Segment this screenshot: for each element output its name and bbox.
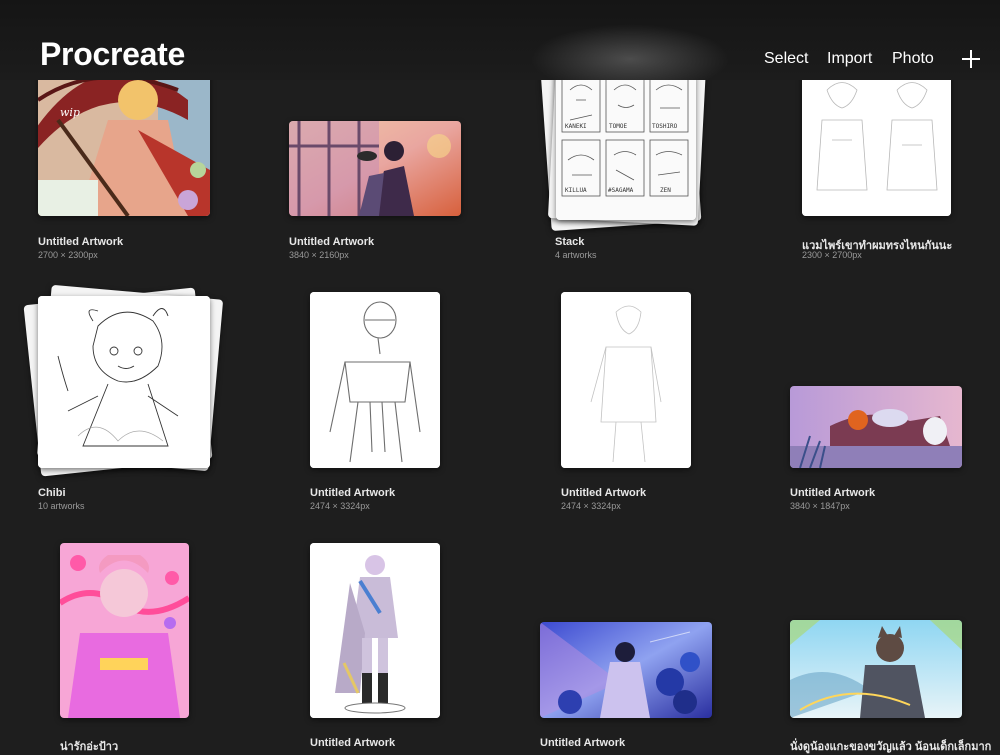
import-button[interactable]: Import [827,50,872,68]
artwork-thumbnail[interactable]: KANEKI TOMOE TOSHIRO KILLUA #SAGAMA ZEN [556,60,696,220]
artwork-dimensions: 2700 × 2300px [38,250,98,260]
artwork-thumbnail[interactable]: wip [38,60,210,216]
artwork-title: Untitled Artwork [289,236,375,248]
artwork-thumbnail[interactable] [60,543,189,718]
artwork-dimensions: 3840 × 1847px [790,501,850,511]
plus-icon[interactable] [960,48,982,70]
artwork-dimensions: 3840 × 2160px [289,250,349,260]
stack-count: 10 artworks [38,501,85,511]
artwork-thumbnail[interactable] [540,622,712,718]
artwork-dimensions: 2474 × 3324px [310,501,370,511]
sheet-label: ZEN [660,187,671,194]
artwork-thumbnail[interactable] [289,121,461,216]
sheet-label: TOMOE [609,123,627,130]
artwork-title: Untitled Artwork [561,487,647,499]
artwork-dimensions: 2300 × 2700px [802,250,862,260]
artwork-thumbnail[interactable] [310,543,440,718]
select-button[interactable]: Select [764,50,808,68]
stack-title: Chibi [38,487,66,499]
artwork-title: Untitled Artwork [310,487,396,499]
app-title: Procreate [40,36,185,72]
artwork-thumbnail[interactable] [38,296,210,468]
artwork-title: นั่งดูน้องแกะของขวัญแล้ว น้อนเด็กเล็กมาก [790,741,992,753]
artwork-title: น่ารักอ่ะป้าว [60,741,119,753]
artwork-dimensions: 2474 × 3324px [561,501,621,511]
photo-button[interactable]: Photo [892,50,934,68]
artwork-thumbnail[interactable] [802,60,951,216]
artwork-title: Untitled Artwork [38,236,124,248]
artwork-thumbnail[interactable] [310,292,440,468]
artwork-title: Untitled Artwork [310,737,396,749]
artwork-thumbnail[interactable] [561,292,691,468]
artwork-thumbnail[interactable] [790,620,962,718]
sheet-label: #SAGAMA [608,187,634,194]
artwork-thumbnail[interactable] [790,386,962,468]
sheet-label: KILLUA [565,187,587,194]
stack-title: Stack [555,236,585,248]
svg-text:wip: wip [60,106,80,119]
sheet-label: KANEKI [565,123,587,130]
stack-count: 4 artworks [555,250,597,260]
artwork-title: Untitled Artwork [790,487,876,499]
top-bar: Procreate Select Import Photo [0,0,1000,94]
sheet-label: TOSHIRO [652,123,678,130]
artwork-title: Untitled Artwork [540,737,626,749]
artwork-gallery: wip Untitled Artwork 2700 × 2300px Untit… [0,0,1000,753]
